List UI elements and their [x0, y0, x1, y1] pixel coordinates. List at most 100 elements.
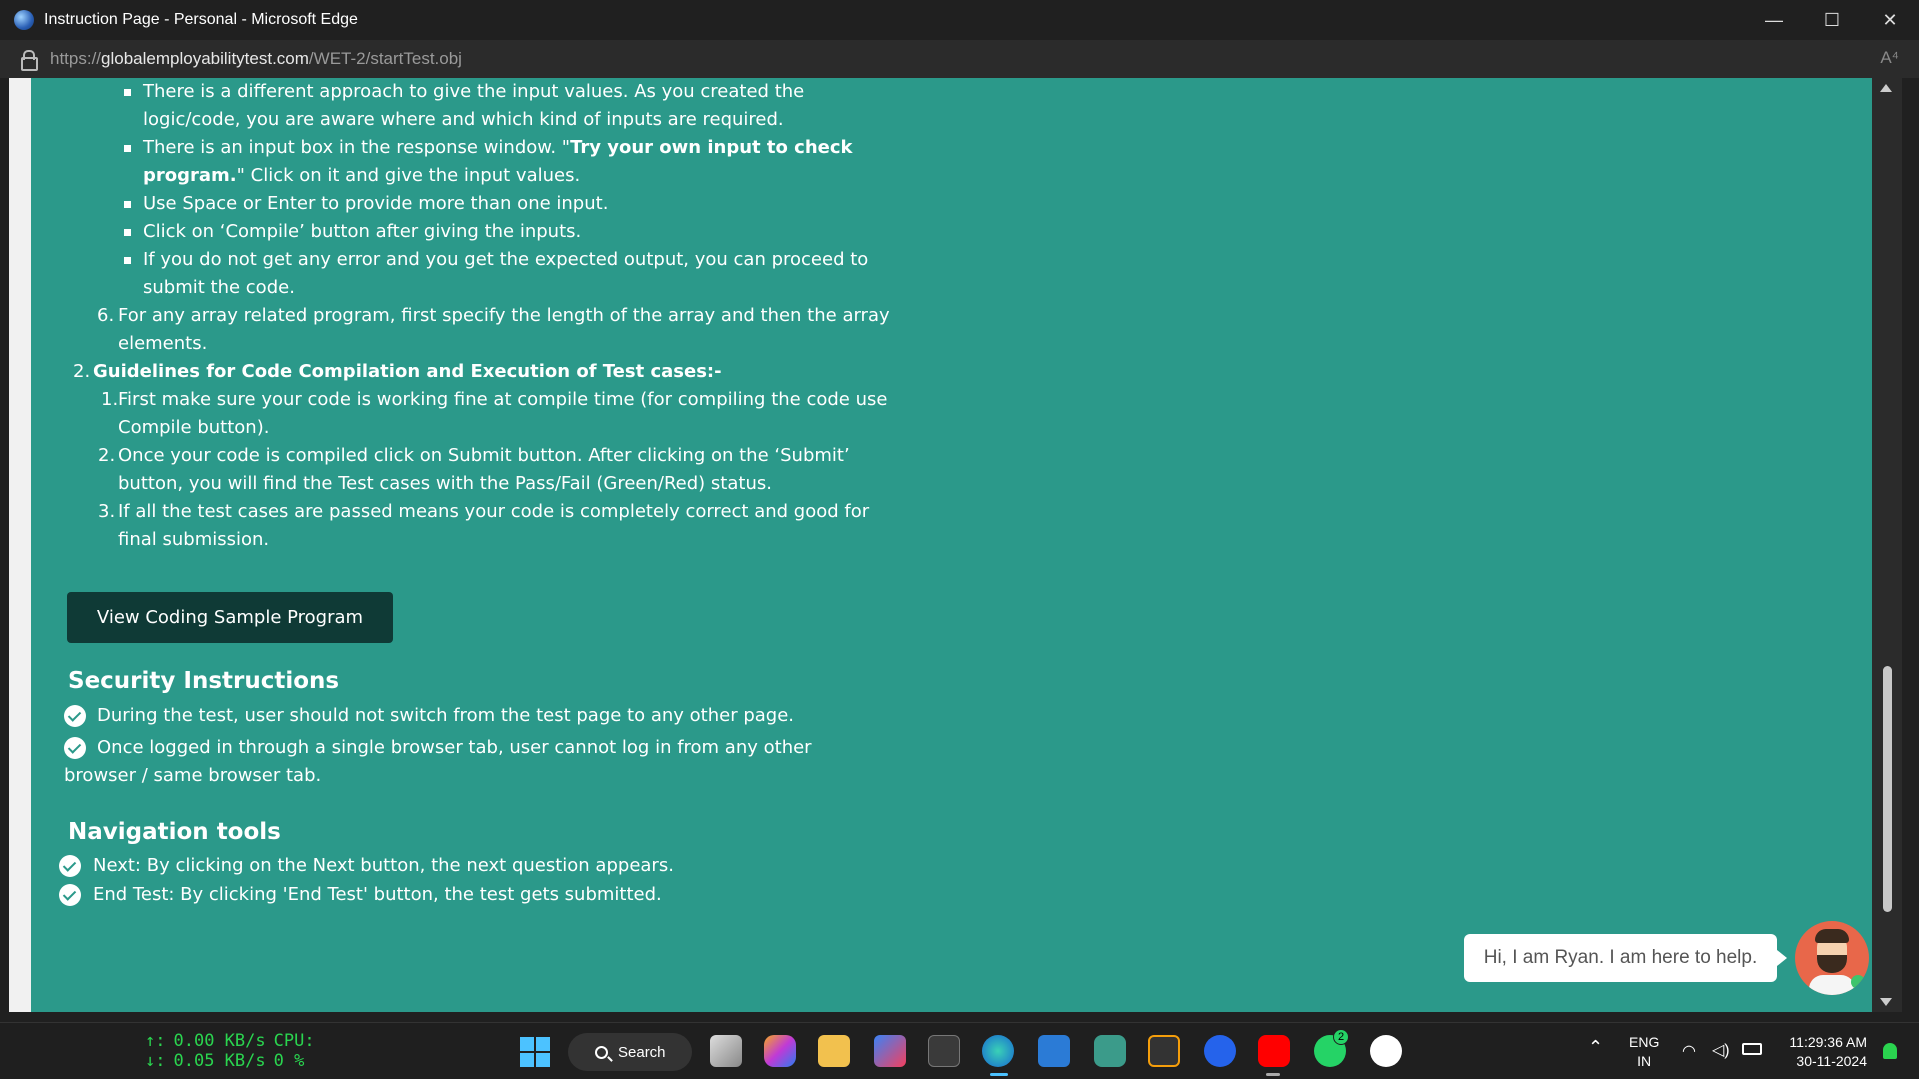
copilot-icon[interactable] [764, 1035, 796, 1067]
guideline-1-number: 1. [101, 389, 119, 410]
guideline-1-line-2: Compile button). [118, 417, 270, 438]
windows-start-icon[interactable] [520, 1037, 550, 1067]
system-clock[interactable]: 11:29:36 AM 30-11-2024 [1789, 1033, 1867, 1071]
task-view-icon[interactable] [710, 1035, 742, 1067]
vscode-icon[interactable] [1038, 1035, 1070, 1067]
navigation-item-1: Next: By clicking on the Next button, th… [93, 855, 674, 876]
title-bar: Instruction Page - Personal - Microsoft … [0, 0, 1919, 40]
youtube-icon[interactable] [1258, 1035, 1290, 1067]
read-aloud-icon[interactable]: A⁴ [1880, 48, 1899, 68]
security-item-1: During the test, user should not switch … [97, 705, 795, 726]
open-app-indicator [1266, 1073, 1280, 1076]
guideline-3-line-2: final submission. [118, 529, 270, 550]
chat-avatar[interactable] [1795, 921, 1869, 995]
bullet-marker [124, 145, 131, 152]
download-arrow: ↓: [145, 1051, 166, 1071]
scroll-up-icon[interactable] [1880, 84, 1892, 92]
bullet-5-line-1: If you do not get any error and you get … [143, 249, 869, 270]
chatgpt-icon[interactable] [1094, 1035, 1126, 1067]
avatar-hair [1815, 929, 1849, 943]
window-controls: — ☐ ✕ [1745, 0, 1919, 40]
bullet-3: Use Space or Enter to provide more than … [143, 193, 609, 214]
guideline-3-line-1: If all the test cases are passed means y… [118, 501, 870, 522]
bullet-1-line-2: logic/code, you are aware where and whic… [143, 109, 784, 130]
taskbar-search[interactable]: Search [568, 1033, 692, 1071]
scroll-down-icon[interactable] [1880, 998, 1892, 1006]
check-icon [59, 855, 81, 877]
bullet-2-line-1: There is an input box in the response wi… [143, 134, 853, 162]
check-icon [64, 737, 86, 759]
check-icon [64, 705, 86, 727]
bullet-4: Click on ‘Compile’ button after giving t… [143, 221, 582, 242]
battery-icon[interactable] [1742, 1043, 1762, 1055]
bullet-marker [124, 257, 131, 264]
bullet-5-line-2: submit the code. [143, 277, 295, 298]
cpu-value: 0 % [273, 1051, 305, 1071]
security-item-2-line-2: browser / same browser tab. [64, 765, 322, 786]
avatar-body [1809, 975, 1855, 995]
section-2-title: Guidelines for Code Compilation and Exec… [93, 361, 722, 382]
scrollbar-thumb[interactable] [1883, 666, 1892, 912]
clock-time: 11:29:36 AM [1789, 1034, 1867, 1050]
close-button[interactable]: ✕ [1861, 0, 1919, 40]
window-right-edge [1902, 78, 1919, 1012]
volume-icon[interactable]: ◁) [1712, 1040, 1730, 1060]
minimize-button[interactable]: — [1745, 0, 1803, 40]
cpu-label: CPU: [273, 1031, 315, 1051]
search-icon [595, 1045, 608, 1059]
download-speed: 0.05 KB/s [173, 1051, 266, 1071]
url-text[interactable]: https://globalemployabilitytest.com/WET-… [50, 49, 462, 69]
url-scheme: https:// [50, 49, 102, 68]
page-scrollbar[interactable] [1872, 78, 1902, 1012]
bullet-marker [124, 89, 131, 96]
window-title: Instruction Page - Personal - Microsoft … [44, 11, 358, 28]
bullet-marker [124, 201, 131, 208]
show-hidden-icons-chevron[interactable]: ⌃ [1588, 1037, 1603, 1058]
item-6-line-2: elements. [118, 333, 208, 354]
avatar-beard [1817, 955, 1847, 973]
language-line-2: IN [1637, 1053, 1652, 1069]
whatsapp-badge: 2 [1333, 1029, 1349, 1045]
page-content: There is a different approach to give th… [9, 78, 1872, 1012]
guideline-2-line-2: button, you will find the Test cases wit… [118, 473, 772, 494]
guideline-3-number: 3. [98, 501, 116, 522]
section-2-number: 2. [73, 361, 91, 382]
item-6-line-1: For any array related program, first spe… [118, 305, 890, 326]
guideline-2-number: 2. [98, 445, 116, 466]
clock-date: 30-11-2024 [1796, 1053, 1867, 1069]
app-icon-a[interactable] [1204, 1035, 1236, 1067]
address-bar[interactable]: https://globalemployabilitytest.com/WET-… [0, 40, 1919, 78]
microsoft-store-icon[interactable] [874, 1035, 906, 1067]
search-label: Search [618, 1043, 666, 1061]
window-bottom-edge [0, 1012, 1919, 1022]
language-line-1: ENG [1629, 1034, 1660, 1050]
page-left-gutter [9, 78, 31, 1012]
url-path: /WET-2/startTest.obj [308, 49, 462, 68]
notification-bell-icon[interactable] [1883, 1043, 1897, 1059]
edge-icon[interactable] [982, 1035, 1014, 1067]
bullet-2-text-2: " Click on it and give the input values. [236, 165, 581, 186]
network-monitor: ↑: 0.00 KB/s CPU: ↓: 0.05 KB/s 0 % [145, 1031, 323, 1071]
check-icon [59, 884, 81, 906]
upload-speed: 0.00 KB/s [173, 1031, 266, 1051]
navigation-heading: Navigation tools [68, 819, 281, 845]
bullet-2-bold-2: program. [143, 165, 237, 186]
bullet-2-line-2: program." Click on it and give the input… [143, 162, 580, 190]
chat-bubble[interactable]: Hi, I am Ryan. I am here to help. [1464, 934, 1787, 982]
guideline-1-line-1: First make sure your code is working fin… [118, 389, 888, 410]
bullet-1-line-1: There is a different approach to give th… [143, 81, 805, 102]
item-6-number: 6. [97, 305, 115, 326]
bullet-marker [124, 229, 131, 236]
terminal-icon[interactable] [928, 1035, 960, 1067]
sublime-text-icon[interactable] [1148, 1035, 1180, 1067]
file-explorer-icon[interactable] [818, 1035, 850, 1067]
lock-icon[interactable] [20, 50, 38, 71]
github-icon[interactable] [1370, 1035, 1402, 1067]
edge-profile-icon[interactable] [14, 10, 34, 30]
security-item-2-line-1: Once logged in through a single browser … [97, 737, 812, 758]
wifi-icon[interactable]: ◠ [1682, 1041, 1696, 1061]
language-indicator[interactable]: ENG IN [1629, 1033, 1659, 1071]
guideline-2-line-1: Once your code is compiled click on Subm… [118, 445, 850, 466]
view-coding-sample-button[interactable]: View Coding Sample Program [67, 592, 393, 643]
maximize-button[interactable]: ☐ [1803, 0, 1861, 40]
